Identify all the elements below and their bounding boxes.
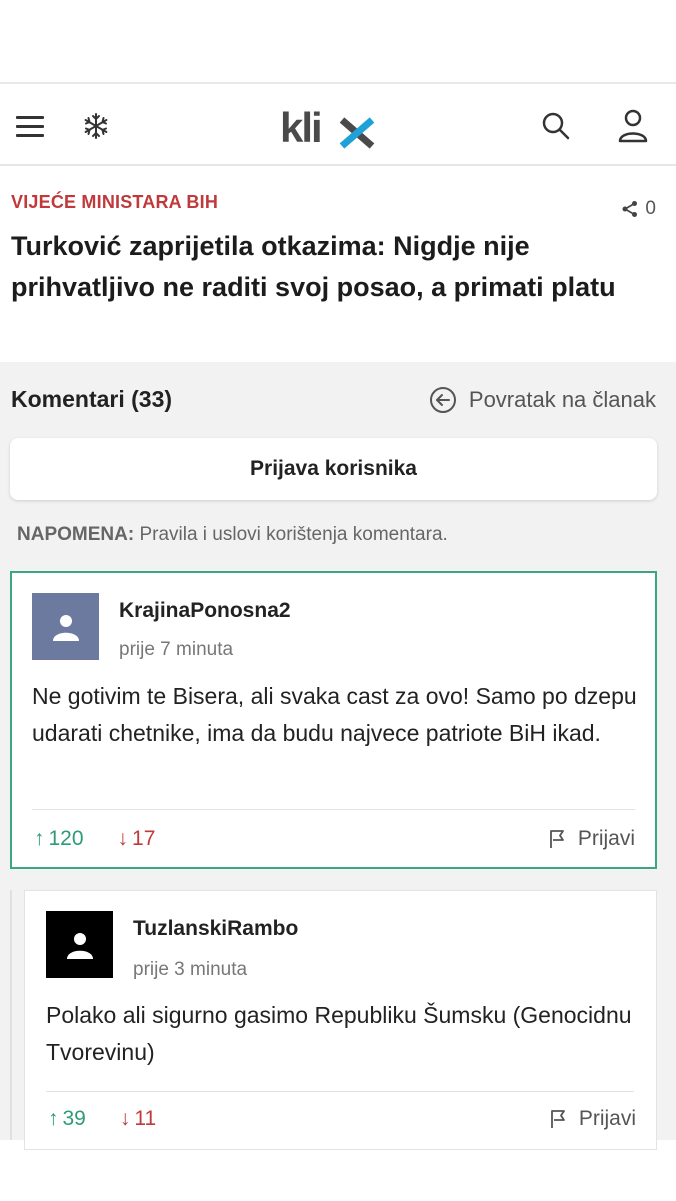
default-avatar-icon (66, 932, 93, 959)
comment-text: Polako ali sigurno gasimo Republiku Šums… (46, 1002, 632, 1065)
klix-logo[interactable]: kli (280, 104, 380, 150)
flag-icon (550, 1110, 565, 1128)
downvote-count: 17 (132, 827, 156, 850)
comment-divider (32, 809, 635, 810)
downvote-count: 11 (134, 1107, 157, 1130)
comment-timestamp: prije 3 minuta (133, 959, 248, 980)
upvote-button[interactable]: ↑ 39 (48, 1107, 86, 1131)
comment-username[interactable]: KrajinaPonosna2 (119, 599, 291, 623)
arrow-down-icon: ↓ (117, 827, 129, 850)
comment-card: KrajinaPonosna2 prije 7 minuta Ne gotivi… (10, 571, 657, 869)
comment-text: Ne gotivim te Bisera, ali svaka cast za … (32, 683, 637, 746)
share-icon (622, 201, 638, 217)
vote-controls: ↑ 120 ↓ 17 (34, 827, 155, 851)
upvote-button[interactable]: ↑ 120 (34, 827, 84, 851)
avatar[interactable] (32, 593, 99, 660)
arrow-up-icon: ↑ (34, 827, 45, 850)
downvote-button[interactable]: ↓ 17 (118, 827, 156, 851)
comments-section: Komentari (33) Povratak na članak Prijav… (0, 362, 676, 1150)
top-navigation-bar: kli (0, 82, 676, 166)
reply-thread-line (10, 890, 12, 1140)
default-avatar-icon (52, 614, 79, 641)
back-arrow-circle-icon (429, 387, 456, 413)
share-count: 0 (645, 198, 656, 219)
report-button[interactable]: Prijavi (549, 1107, 636, 1131)
search-icon[interactable] (540, 110, 572, 142)
back-to-article-link[interactable]: Povratak na članak (429, 386, 656, 414)
comment-timestamp: prije 7 minuta (119, 639, 234, 660)
user-icon[interactable] (616, 108, 650, 144)
comment-rules-note[interactable]: NAPOMENA: Pravila i uslovi korištenja ko… (17, 524, 448, 546)
report-button[interactable]: Prijavi (548, 827, 635, 851)
hamburger-menu-icon[interactable] (16, 116, 44, 137)
upvote-count: 120 (48, 827, 84, 850)
comments-title: Komentari (33) (11, 386, 173, 412)
comment-username[interactable]: TuzlanskiRambo (133, 917, 298, 941)
report-label: Prijavi (578, 1107, 636, 1130)
back-link-label: Povratak na članak (468, 387, 656, 412)
upvote-count: 39 (62, 1107, 86, 1130)
article-headline: Turković zaprijetila otkazima: Nigdje ni… (11, 231, 616, 302)
flag-icon (549, 830, 564, 848)
downvote-button[interactable]: ↓ 11 (120, 1107, 156, 1131)
snowflake-icon[interactable] (80, 110, 112, 142)
vote-controls: ↑ 39 ↓ 11 (48, 1107, 156, 1131)
comment-card: TuzlanskiRambo prije 3 minuta Polako ali… (24, 890, 657, 1150)
article-category[interactable]: VIJEĆE MINISTARA BIH (11, 192, 218, 213)
arrow-up-icon: ↑ (48, 1107, 59, 1130)
comment-divider (46, 1091, 634, 1092)
report-label: Prijavi (577, 827, 635, 850)
avatar[interactable] (46, 911, 113, 978)
share-button[interactable]: 0 (621, 198, 656, 220)
arrow-down-icon: ↓ (119, 1107, 131, 1130)
article-header: VIJEĆE MINISTARA BIH 0 Turković zaprijet… (0, 168, 676, 362)
note-label: NAPOMENA: (17, 524, 135, 545)
svg-text:kli: kli (280, 104, 321, 150)
user-login-button[interactable]: Prijava korisnika (10, 438, 657, 500)
note-text: Pravila i uslovi korištenja komentara. (134, 524, 448, 545)
